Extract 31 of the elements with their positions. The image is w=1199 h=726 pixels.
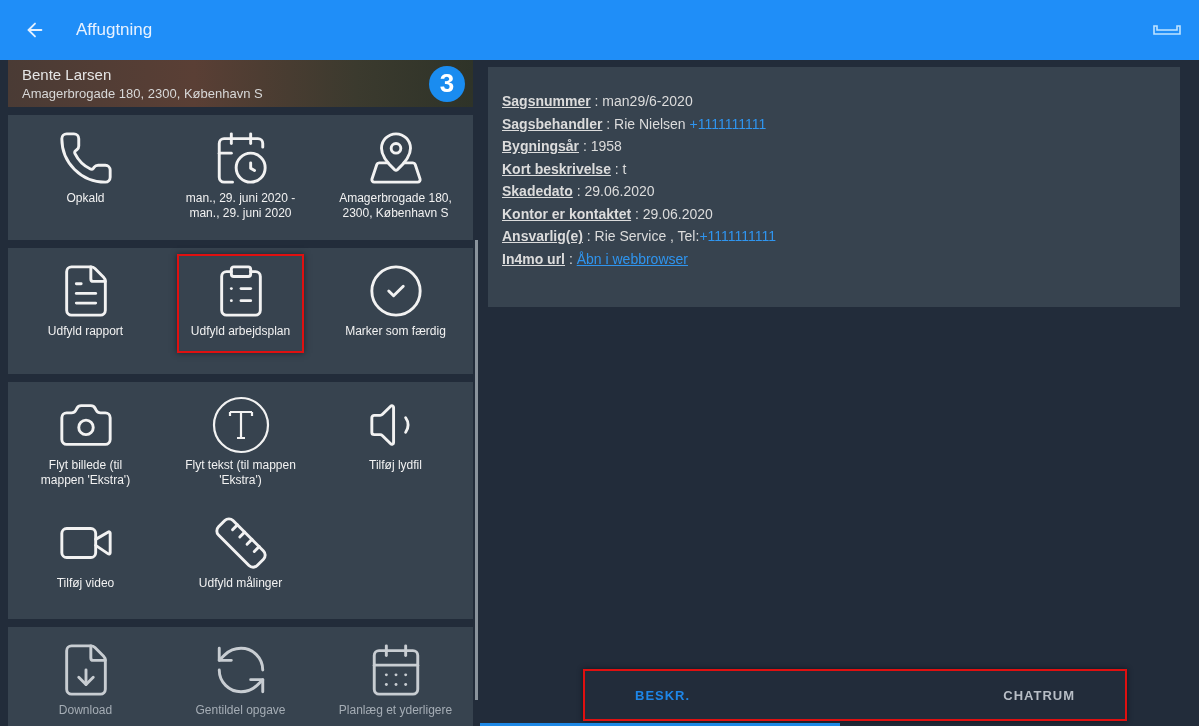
detail-row-text: Skadedato : 29.06.2020 (502, 183, 656, 200)
action-button[interactable]: Planlæg et yderligere (332, 633, 459, 726)
action-button[interactable]: Flyt tekst (til mappen 'Ekstra') (177, 388, 304, 502)
action-button[interactable]: Download (22, 633, 149, 726)
action-button[interactable]: Amagerbrogade 180, 2300, København S (332, 121, 459, 235)
action-button[interactable]: Opkald (22, 121, 149, 235)
action-button[interactable]: Udfyld arbejdsplan (177, 254, 304, 353)
tray-icon[interactable] (1153, 25, 1181, 35)
action-button[interactable]: Udfyld målinger (177, 506, 304, 605)
detail-row-text: Kontor er kontaktet : 29.06.2020 (502, 205, 714, 222)
detail-row-text: Bygningsår : 1958 (502, 138, 623, 155)
tab[interactable]: BESKR. (635, 681, 691, 709)
scrollbar[interactable] (475, 240, 478, 700)
detail-row-text: Ansvarlig(e) : Rie Service , Tel:+1111111111 (502, 228, 778, 245)
action-button[interactable]: Gentildel opgave (177, 633, 304, 726)
detail-row-text: Kort beskrivelse : t (502, 160, 628, 177)
detail-row-text: In4mo url : Åbn i webbrowser (502, 250, 689, 267)
customer-address: Amagerbrogade 180, 2300, København S (22, 86, 264, 101)
app-bar-title: Affugtning (76, 20, 154, 40)
detail-row-text: Sagsbehandler : Rie Nielsen +1111111111 (502, 115, 768, 132)
action-button[interactable]: Flyt billede (til mappen 'Ekstra') (22, 388, 149, 502)
customer-name: Bente Larsen (22, 66, 113, 83)
action-button[interactable]: Tilføj video (22, 506, 149, 605)
action-button[interactable]: Tilføj lydfil (332, 388, 459, 502)
step-badge: 3 (429, 65, 465, 102)
action-button[interactable]: Marker som færdig (332, 254, 459, 353)
detail-row-text: Sagsnummer : man29/6-2020 (502, 93, 694, 110)
action-button[interactable]: Udfyld rapport (22, 254, 149, 353)
tab[interactable]: CHATRUM (1003, 681, 1075, 709)
action-button[interactable]: man., 29. juni 2020 - man., 29. juni 2020 (177, 121, 304, 235)
text-circle-icon (211, 396, 270, 454)
